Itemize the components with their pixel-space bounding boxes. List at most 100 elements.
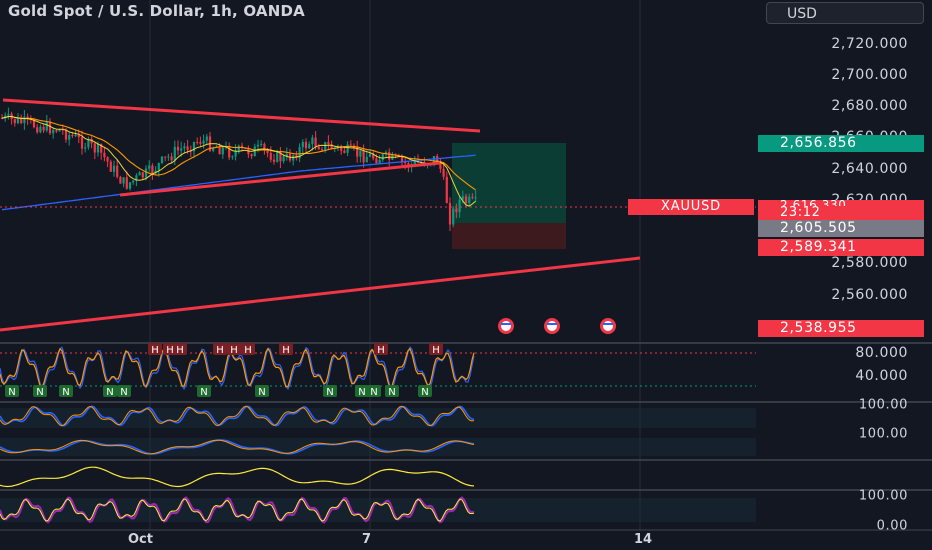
candle-body: [256, 144, 260, 147]
candle-body: [122, 177, 125, 184]
candle-body: [269, 152, 272, 160]
candle-body: [109, 161, 112, 172]
candle-body: [180, 148, 183, 151]
pivot-marker-label: H: [166, 345, 174, 356]
stop-loss-zone[interactable]: [452, 223, 566, 249]
candle-body: [144, 168, 148, 178]
candle-body: [151, 165, 154, 174]
candle-body: [388, 152, 391, 160]
candle-body: [378, 159, 381, 164]
candle-body: [218, 146, 221, 155]
candle-body: [311, 137, 314, 145]
candle-body: [320, 149, 324, 151]
pivot-marker-label: N: [8, 387, 15, 398]
currency-selector[interactable]: USD: [766, 2, 924, 24]
candle-body: [48, 121, 52, 134]
pivot-marker-label: H: [176, 345, 184, 356]
candle-body: [452, 208, 455, 225]
candle-body: [39, 126, 42, 133]
time-axis-label: Oct: [128, 532, 153, 547]
candle-body: [93, 143, 96, 153]
trendline-upper[interactable]: [2, 98, 481, 133]
candle-body: [276, 151, 279, 162]
us-flag-icon[interactable]: [600, 318, 616, 334]
target-price-tag: 2,656.856: [758, 135, 924, 152]
pivot-markers: H H H H H H H H HN N N N N N N N N N N N: [5, 343, 443, 398]
price-axis-label: 2,680.000: [831, 98, 908, 114]
osc-band: [0, 438, 756, 456]
pivot-marker-label: H: [377, 345, 385, 356]
candle-body: [362, 150, 365, 163]
candle-body: [84, 147, 87, 149]
candle-body: [464, 196, 468, 203]
pivot-marker-label: N: [120, 387, 127, 398]
price-axis-label: 2,640.000: [831, 161, 908, 177]
candle-body: [164, 156, 167, 158]
candle-body: [442, 168, 445, 177]
candle-body: [196, 142, 199, 144]
pivot-marker-label: H: [151, 345, 159, 356]
pivot-marker-label: N: [326, 387, 333, 398]
candle-body: [250, 154, 253, 157]
candle-body: [231, 156, 234, 158]
candle-body: [148, 165, 151, 169]
osc-axis-label: 100.00: [858, 488, 908, 504]
take-profit-zone[interactable]: [452, 143, 566, 223]
candle-body: [468, 196, 471, 203]
candle-body: [272, 159, 276, 162]
candle-body: [132, 180, 135, 183]
pivot-marker-label: N: [358, 387, 365, 398]
candle-body: [128, 182, 132, 189]
candle-body: [381, 154, 384, 160]
candle-body: [170, 156, 173, 161]
pivot-marker-label: N: [62, 387, 69, 398]
candle-body: [125, 177, 128, 189]
candle-body: [474, 197, 477, 199]
symbol-tag: XAUUSD: [628, 199, 754, 215]
rsi-axis-label: 80.000: [855, 345, 908, 361]
candle-body: [458, 199, 461, 213]
candle-body: [445, 176, 448, 203]
candle-body: [45, 121, 48, 131]
candle-body: [157, 162, 160, 171]
candle-body: [471, 196, 474, 198]
candle-body: [138, 172, 141, 176]
candle-body: [23, 116, 26, 124]
candle-body: [359, 150, 362, 157]
candle-body: [42, 126, 45, 131]
candle-body: [317, 146, 320, 150]
candle-body: [141, 172, 144, 178]
candle-body: [375, 158, 378, 164]
candle-body: [119, 176, 122, 184]
momentum-line: [0, 466, 475, 488]
us-flag-icon[interactable]: [544, 318, 560, 334]
osc-axis-label: 100.00: [858, 397, 908, 413]
price-axis-label: 2,580.000: [831, 255, 908, 271]
candle-body: [343, 150, 346, 153]
candle-body: [77, 134, 80, 138]
pivot-marker-label: H: [432, 345, 440, 356]
us-flag-icon[interactable]: [498, 318, 514, 334]
candle-body: [7, 113, 10, 116]
osc-axis-label: 0.00: [876, 518, 908, 534]
chart-canvas[interactable]: H H H H H H H H HN N N N N N N N N N N N: [0, 0, 932, 550]
candle-body: [448, 202, 452, 225]
candle-body: [349, 144, 352, 146]
candle-body: [314, 137, 317, 147]
candle-body: [103, 152, 106, 158]
osc-band: [0, 408, 756, 428]
stop-price-tag: 2,589.341: [758, 239, 924, 256]
pivot-marker-label: H: [216, 345, 224, 356]
trendline-support[interactable]: [0, 256, 641, 332]
candle-body: [260, 143, 263, 145]
pivot-marker-label: N: [258, 387, 265, 398]
candle-body: [301, 141, 304, 148]
candle-body: [74, 134, 77, 137]
candle-body: [160, 156, 164, 163]
candle-body: [205, 136, 208, 141]
candle-body: [116, 165, 119, 177]
chart-title: Gold Spot / U.S. Dollar, 1h, OANDA: [8, 2, 305, 20]
candle-body: [199, 142, 202, 144]
pivot-marker-label: H: [230, 345, 238, 356]
candle-body: [96, 143, 100, 153]
